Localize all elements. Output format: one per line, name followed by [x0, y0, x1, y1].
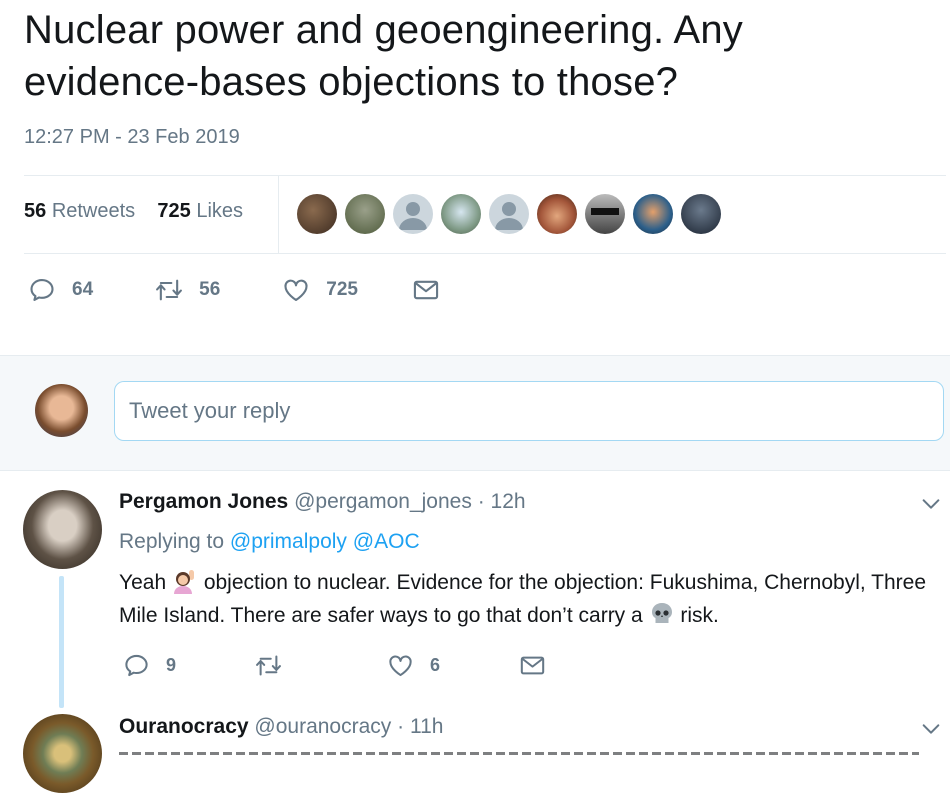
likes-stat[interactable]: 725 Likes	[157, 200, 243, 222]
tweet-timestamp[interactable]: 12:27 PM - 23 Feb 2019	[24, 126, 240, 149]
envelope-icon	[413, 280, 439, 300]
reply-time[interactable]: · 12h	[478, 490, 526, 513]
avatar[interactable]	[681, 194, 721, 234]
chevron-down-icon[interactable]	[920, 493, 942, 515]
envelope-icon	[520, 656, 545, 675]
direct-message-button[interactable]	[519, 652, 546, 679]
like-button[interactable]: 6	[387, 652, 440, 679]
avatar[interactable]	[393, 194, 433, 234]
tweet-actions: 64 56 725	[28, 276, 440, 304]
reply-icon	[125, 654, 148, 677]
reply-placeholder: Tweet your reply	[129, 398, 291, 423]
retweet-icon	[256, 655, 281, 676]
reply-count: 9	[166, 655, 177, 675]
avatar[interactable]	[345, 194, 385, 234]
avatar[interactable]	[585, 194, 625, 234]
user-handle[interactable]: @ouranocracy	[254, 715, 391, 738]
reply-text-cutoff	[119, 748, 919, 755]
like-count: 725	[326, 279, 358, 300]
retweet-count: 56	[199, 279, 221, 300]
reply-header: Pergamon Jones @pergamon_jones · 12h	[119, 490, 526, 514]
avatar[interactable]	[633, 194, 673, 234]
avatar[interactable]	[489, 194, 529, 234]
replying-to: Replying to @primalpoly @AOC	[119, 530, 420, 553]
avatar[interactable]	[23, 490, 102, 569]
reply-header: Ouranocracy @ouranocracy · 11h	[119, 715, 443, 739]
reply-count: 64	[72, 279, 94, 300]
retweet-icon	[156, 279, 183, 301]
avatar[interactable]	[441, 194, 481, 234]
reply-composer: Tweet your reply	[0, 355, 950, 471]
like-count: 6	[430, 655, 441, 675]
reply-button[interactable]: 9	[123, 652, 176, 679]
user-name[interactable]: Pergamon Jones	[119, 490, 288, 513]
divider	[24, 253, 946, 254]
reply-time[interactable]: · 11h	[397, 715, 443, 738]
mention-link[interactable]: @AOC	[353, 530, 420, 553]
liker-avatars	[297, 194, 721, 234]
direct-message-button[interactable]	[412, 276, 440, 304]
reply-text: Yeah objection to nuclear. Evidence for …	[119, 566, 944, 632]
heart-icon	[389, 655, 412, 677]
avatar[interactable]	[23, 714, 102, 793]
retweets-stat[interactable]: 56 Retweets	[24, 200, 135, 222]
engagement-stats: 56 Retweets 725 Likes	[24, 200, 243, 223]
reply-button[interactable]: 64	[28, 276, 93, 304]
user-name[interactable]: Ouranocracy	[119, 715, 249, 738]
mention-link[interactable]: @primalpoly	[230, 530, 347, 553]
retweet-button[interactable]	[255, 652, 298, 679]
stats-divider	[278, 176, 279, 253]
reply-actions: 9 6	[123, 652, 563, 682]
reply-icon	[30, 279, 54, 301]
heart-icon	[284, 279, 308, 301]
thread-line	[59, 576, 64, 708]
retweet-button[interactable]: 56	[155, 276, 220, 304]
avatar[interactable]	[35, 384, 88, 437]
avatar[interactable]	[297, 194, 337, 234]
tweet-text: Nuclear power and geoengineering. Any ev…	[24, 8, 744, 104]
like-button[interactable]: 725	[282, 276, 358, 304]
divider	[24, 175, 946, 176]
chevron-down-icon[interactable]	[920, 718, 942, 740]
reply-input[interactable]: Tweet your reply	[114, 381, 944, 441]
user-handle[interactable]: @pergamon_jones	[294, 490, 472, 513]
skull-emoji	[651, 603, 672, 623]
woman-raising-hand-emoji	[173, 570, 194, 594]
avatar[interactable]	[537, 194, 577, 234]
